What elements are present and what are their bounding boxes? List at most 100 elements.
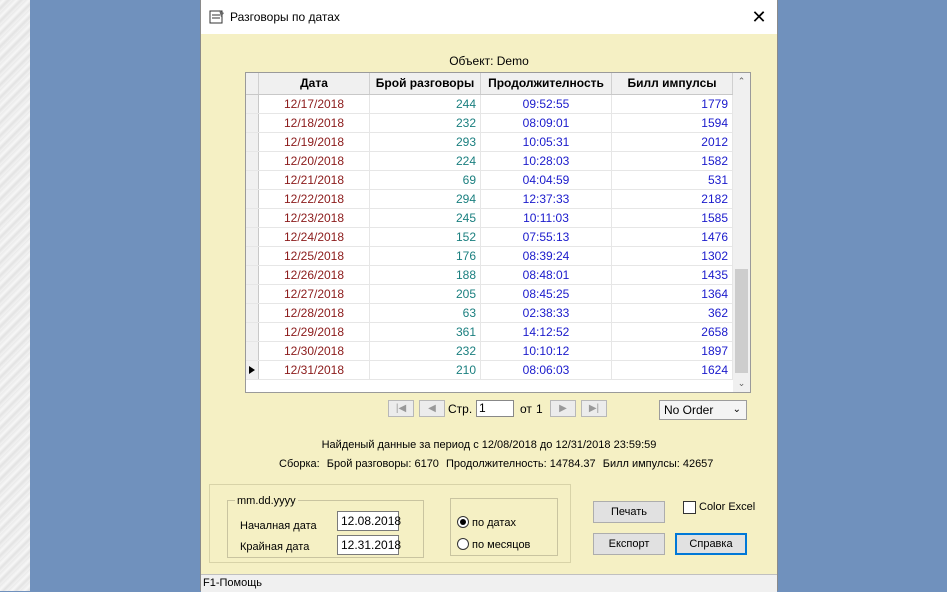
cell-bill: 1302 xyxy=(612,247,733,265)
cell-calls: 232 xyxy=(370,114,481,132)
cell-bill: 531 xyxy=(612,171,733,189)
color-excel-label[interactable]: Color Excel xyxy=(699,501,755,513)
cell-bill: 2658 xyxy=(612,323,733,341)
column-header-date[interactable]: Дата xyxy=(259,73,370,94)
radio-by-months-label[interactable]: по месяцов xyxy=(472,539,530,551)
cell-bill: 2012 xyxy=(612,133,733,151)
cell-bill: 1585 xyxy=(612,209,733,227)
cell-duration: 10:05:31 xyxy=(481,133,612,151)
cell-date: 12/29/2018 xyxy=(259,323,370,341)
total-pages: 1 xyxy=(536,402,543,416)
scroll-up-icon[interactable]: ⌃ xyxy=(733,73,750,90)
last-page-icon: ▶| xyxy=(588,403,600,414)
cell-calls: 210 xyxy=(370,361,481,379)
scroll-down-icon[interactable]: ⌄ xyxy=(733,375,750,392)
table-row[interactable]: 12/25/2018 176 08:39:24 1302 xyxy=(246,247,733,266)
found-period-text: Найденый данные за период с 12/08/2018 д… xyxy=(321,439,657,451)
cell-calls: 245 xyxy=(370,209,481,227)
table-row[interactable]: 12/30/2018 232 10:10:12 1897 xyxy=(246,342,733,361)
cell-date: 12/30/2018 xyxy=(259,342,370,360)
cell-bill: 1582 xyxy=(612,152,733,170)
cell-date: 12/20/2018 xyxy=(259,152,370,170)
cell-duration: 10:11:03 xyxy=(481,209,612,227)
table-row[interactable]: 12/29/2018 361 14:12:52 2658 xyxy=(246,323,733,342)
cell-date: 12/25/2018 xyxy=(259,247,370,265)
cell-date: 12/26/2018 xyxy=(259,266,370,284)
cell-calls: 361 xyxy=(370,323,481,341)
summary-calls: Брой разговоры: 6170 xyxy=(326,458,439,470)
start-date-input[interactable]: 12.08.2018 xyxy=(337,511,401,531)
help-button[interactable]: Справка xyxy=(675,533,747,555)
table-row[interactable]: 12/26/2018 188 08:48:01 1435 xyxy=(246,266,733,285)
first-page-button[interactable]: |◀ xyxy=(388,400,414,417)
cell-bill: 362 xyxy=(612,304,733,322)
cell-date: 12/27/2018 xyxy=(259,285,370,303)
print-button[interactable]: Печать xyxy=(593,501,665,523)
table-row[interactable]: 12/27/2018 205 08:45:25 1364 xyxy=(246,285,733,304)
cell-duration: 08:39:24 xyxy=(481,247,612,265)
vertical-scrollbar[interactable]: ⌃ ⌄ xyxy=(733,73,750,392)
color-excel-checkbox[interactable] xyxy=(683,501,696,514)
column-header-duration[interactable]: Продолжителность xyxy=(481,73,612,94)
status-bar: F1-Помощь xyxy=(201,574,777,592)
cell-bill: 1364 xyxy=(612,285,733,303)
title-bar[interactable]: Разговоры по датах ✕ xyxy=(201,0,777,34)
scroll-thumb[interactable] xyxy=(735,269,748,373)
of-label: от xyxy=(520,402,532,416)
radio-by-dates-label[interactable]: по датах xyxy=(472,517,516,529)
next-page-button[interactable]: ▶ xyxy=(550,400,576,417)
last-page-button[interactable]: ▶| xyxy=(581,400,607,417)
table-row[interactable]: 12/17/2018 244 09:52:55 1779 xyxy=(246,95,733,114)
summary-label: Сборка: xyxy=(279,458,320,470)
cell-calls: 224 xyxy=(370,152,481,170)
column-header-calls[interactable]: Брой разговоры xyxy=(370,73,481,94)
date-format-label: mm.dd.yyyy xyxy=(235,495,298,507)
table-row[interactable]: 12/22/2018 294 12:37:33 2182 xyxy=(246,190,733,209)
table-row[interactable]: 12/18/2018 232 08:09:01 1594 xyxy=(246,114,733,133)
page-label: Стр. xyxy=(448,402,473,416)
row-selector-header xyxy=(246,73,259,94)
table-row[interactable]: 12/23/2018 245 10:11:03 1585 xyxy=(246,209,733,228)
radio-by-months[interactable] xyxy=(457,538,469,550)
cell-calls: 294 xyxy=(370,190,481,208)
start-date-label: Началная дата xyxy=(240,520,317,532)
table-row[interactable]: 12/21/2018 69 04:04:59 531 xyxy=(246,171,733,190)
cell-duration: 04:04:59 xyxy=(481,171,612,189)
cell-date: 12/24/2018 xyxy=(259,228,370,246)
page-number-input[interactable]: 1 xyxy=(476,400,514,417)
table-row[interactable]: 12/28/2018 63 02:38:33 362 xyxy=(246,304,733,323)
end-date-label: Крайная дата xyxy=(240,541,310,553)
close-button[interactable]: ✕ xyxy=(741,0,777,34)
cell-duration: 08:06:03 xyxy=(481,361,612,379)
cell-duration: 08:48:01 xyxy=(481,266,612,284)
cell-date: 12/28/2018 xyxy=(259,304,370,322)
order-select[interactable]: No Order ⌄ xyxy=(659,400,747,420)
table-row[interactable]: 12/31/2018 210 08:06:03 1624 xyxy=(246,361,733,380)
cell-calls: 152 xyxy=(370,228,481,246)
cell-calls: 232 xyxy=(370,342,481,360)
calls-grid[interactable]: Дата Брой разговоры Продолжителность Бил… xyxy=(245,72,751,393)
order-select-value: No Order xyxy=(664,403,714,417)
cell-duration: 07:55:13 xyxy=(481,228,612,246)
table-row[interactable]: 12/24/2018 152 07:55:13 1476 xyxy=(246,228,733,247)
cell-calls: 205 xyxy=(370,285,481,303)
cell-date: 12/17/2018 xyxy=(259,95,370,113)
table-row[interactable]: 12/20/2018 224 10:28:03 1582 xyxy=(246,152,733,171)
window-title: Разговоры по датах xyxy=(230,10,340,24)
next-page-icon: ▶ xyxy=(559,403,567,414)
cell-date: 12/21/2018 xyxy=(259,171,370,189)
grid-header: Дата Брой разговоры Продолжителность Бил… xyxy=(246,73,733,95)
export-button[interactable]: Експорт xyxy=(593,533,665,555)
cell-bill: 2182 xyxy=(612,190,733,208)
status-text: F1-Помощь xyxy=(203,577,262,589)
radio-by-dates[interactable] xyxy=(457,516,469,528)
table-row[interactable]: 12/19/2018 293 10:05:31 2012 xyxy=(246,133,733,152)
cell-bill: 1779 xyxy=(612,95,733,113)
end-date-input[interactable]: 12.31.2018 xyxy=(337,535,401,555)
cell-duration: 09:52:55 xyxy=(481,95,612,113)
prev-page-button[interactable]: ◀ xyxy=(419,400,445,417)
summary-line: Сборка: Брой разговоры: 6170 Продолжител… xyxy=(279,458,717,470)
cell-calls: 176 xyxy=(370,247,481,265)
cell-bill: 1594 xyxy=(612,114,733,132)
column-header-bill[interactable]: Билл импулсы xyxy=(612,73,733,94)
